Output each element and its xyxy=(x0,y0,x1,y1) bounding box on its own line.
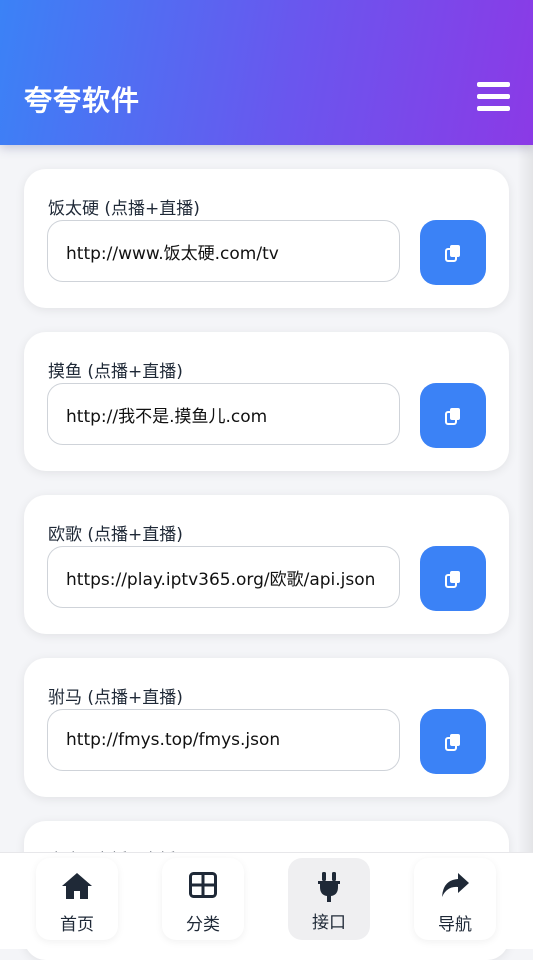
interface-card: 摸鱼 (点播+直播) xyxy=(24,332,509,471)
interface-card: 驸马 (点播+直播) xyxy=(24,658,509,797)
share-icon xyxy=(442,873,469,897)
nav-label: 导航 xyxy=(438,915,472,935)
nav-label: 接口 xyxy=(312,913,346,933)
interface-card: 欧歌 (点播+直播) xyxy=(24,495,509,634)
app-title: 夸夸软件 xyxy=(24,84,141,117)
interface-card: 饭太硬 (点播+直播) xyxy=(24,169,509,308)
grid-icon xyxy=(189,872,217,898)
url-field[interactable] xyxy=(47,546,400,608)
card-title: 摸鱼 (点播+直播) xyxy=(48,362,183,382)
hamburger-menu-icon[interactable] xyxy=(477,82,510,111)
copy-button[interactable] xyxy=(420,709,486,774)
scroll-shadow xyxy=(517,145,533,852)
url-field[interactable] xyxy=(47,220,400,282)
plug-icon xyxy=(318,872,340,902)
url-field[interactable] xyxy=(47,383,400,445)
copy-icon xyxy=(445,570,460,588)
nav-label: 首页 xyxy=(60,915,94,935)
nav-home[interactable]: 首页 xyxy=(36,858,118,940)
card-title: 饭太硬 (点播+直播) xyxy=(48,199,200,219)
home-icon xyxy=(62,873,92,899)
bottom-nav: 首页 分类 接口 导航 xyxy=(0,852,533,949)
nav-label: 分类 xyxy=(186,915,220,935)
copy-button[interactable] xyxy=(420,383,486,448)
card-title: 驸马 (点播+直播) xyxy=(48,688,183,708)
nav-category[interactable]: 分类 xyxy=(162,858,244,940)
copy-button[interactable] xyxy=(420,220,486,285)
app-header: 夸夸软件 xyxy=(0,0,533,145)
copy-icon xyxy=(445,733,460,751)
nav-interface[interactable]: 接口 xyxy=(288,858,370,940)
copy-icon xyxy=(445,244,460,262)
nav-navigation[interactable]: 导航 xyxy=(414,858,496,940)
card-title: 欧歌 (点播+直播) xyxy=(48,525,183,545)
copy-icon xyxy=(445,407,460,425)
url-field[interactable] xyxy=(47,709,400,771)
copy-button[interactable] xyxy=(420,546,486,611)
